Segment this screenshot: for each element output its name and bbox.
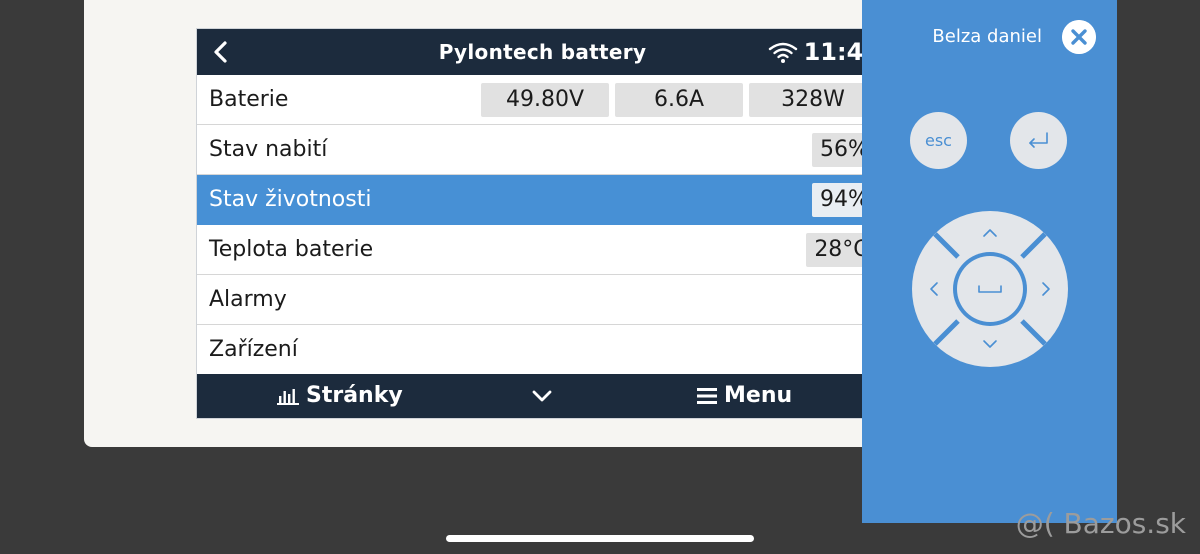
device-card: Pylontech battery 11:40 Baterie 49.80V 6… [84, 0, 889, 447]
close-icon[interactable] [1062, 20, 1096, 54]
current-value: 6.6A [615, 83, 743, 117]
remote-control-panel: Belza daniel esc [862, 0, 1117, 523]
esc-button[interactable]: esc [910, 112, 967, 169]
list-item-label: Zařízení [209, 337, 298, 362]
home-indicator[interactable] [446, 535, 754, 542]
title-bar: Pylontech battery 11:40 [197, 29, 888, 75]
chevron-down-icon[interactable] [530, 386, 554, 406]
list-item-label: Stav nabití [209, 137, 328, 162]
bottom-bar: Stránky Menu [197, 374, 888, 418]
wifi-icon [768, 42, 798, 63]
list-item-label: Stav životnosti [209, 187, 372, 212]
list-item-baterie[interactable]: Baterie 49.80V 6.6A 328W [197, 75, 888, 125]
list-item-label: Alarmy [209, 287, 287, 312]
list-item-zarizeni[interactable]: Zařízení [197, 325, 888, 375]
pages-label: Stránky [306, 383, 403, 408]
enter-icon [1029, 132, 1048, 148]
list-item-label: Teplota baterie [209, 237, 374, 262]
enter-button[interactable] [1010, 112, 1067, 169]
list-item-alarmy[interactable]: Alarmy [197, 275, 888, 325]
direction-pad [912, 211, 1068, 367]
list-item-stav-zivotnosti[interactable]: Stav životnosti 94% [197, 175, 888, 225]
menu-label: Menu [724, 383, 793, 408]
hamburger-menu-icon [697, 388, 717, 404]
voltage-value: 49.80V [481, 83, 609, 117]
user-name: Belza daniel [932, 26, 1042, 47]
bar-chart-icon [277, 389, 299, 405]
list-item-stav-nabiti[interactable]: Stav nabití 56% [197, 125, 888, 175]
menu-button[interactable]: Menu [697, 374, 792, 418]
gx-display: Pylontech battery 11:40 Baterie 49.80V 6… [196, 28, 889, 419]
space-button[interactable] [953, 252, 1027, 326]
bazos-watermark: @( Bazos.sk [1015, 507, 1186, 540]
pages-button[interactable]: Stránky [277, 374, 403, 418]
list-item-label: Baterie [209, 87, 289, 112]
power-value: 328W [749, 83, 877, 117]
back-arrow-icon[interactable] [207, 37, 237, 67]
list-item-teplota-baterie[interactable]: Teplota baterie 28°C [197, 225, 888, 275]
